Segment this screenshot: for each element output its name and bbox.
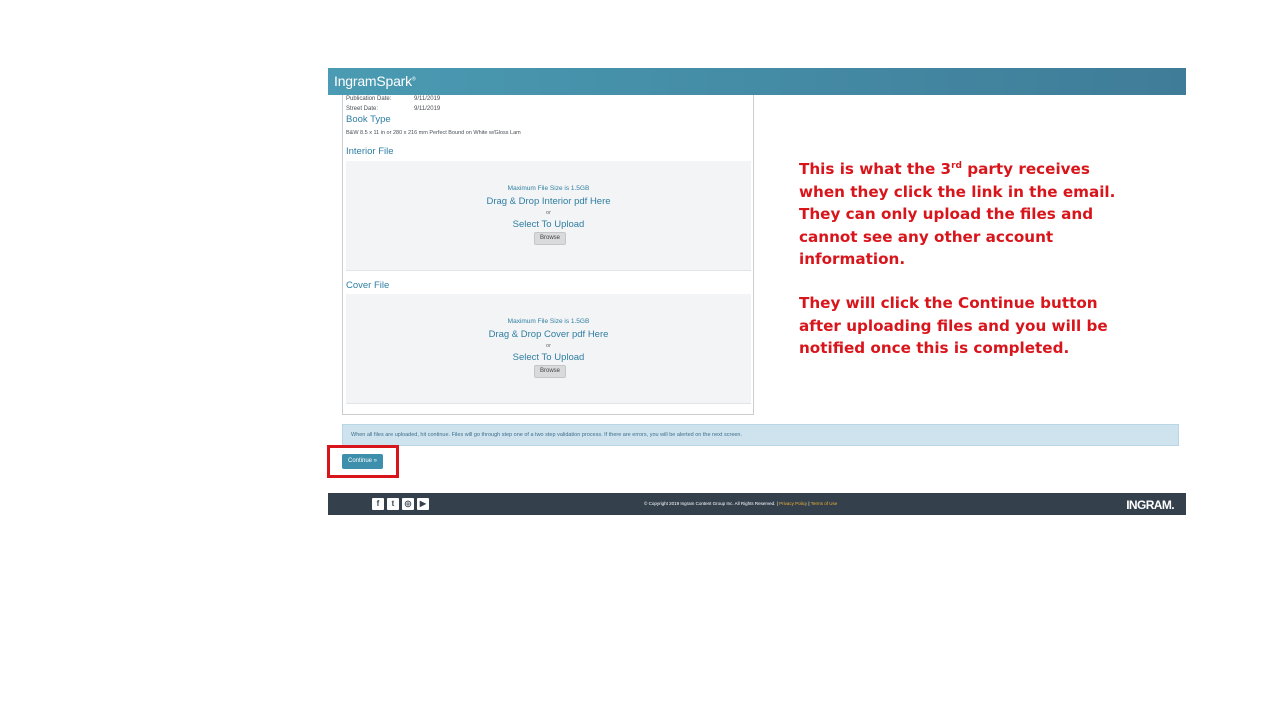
ingram-logo[interactable]: INGRAM.: [1126, 498, 1174, 512]
ingramspark-logo[interactable]: IngramSpark®: [334, 73, 416, 89]
street-date-row: Street Date: 9/11/2019: [346, 106, 440, 112]
twitter-icon[interactable]: t: [387, 498, 399, 510]
street-date-value: 9/11/2019: [414, 106, 441, 112]
annotation-paragraph-2: They will click the Continue button afte…: [799, 293, 1108, 358]
privacy-policy-link[interactable]: Privacy Policy: [779, 501, 807, 506]
footer: f t ◎ ▶ © Copyright 2019 Ingram Content …: [328, 493, 1186, 515]
slide: IngramSpark® Publication Date: 9/11/2019…: [0, 0, 1280, 720]
publication-date-value: 9/11/2019: [414, 96, 441, 102]
youtube-icon[interactable]: ▶: [417, 498, 429, 510]
terms-of-use-link[interactable]: Terms of Use: [811, 501, 838, 506]
notice-text: When all files are uploaded, hit continu…: [351, 432, 743, 438]
annotation-callout: This is what the 3rd party receives when…: [799, 158, 1129, 360]
cover-drag-text: Drag & Drop Cover pdf Here: [488, 329, 609, 340]
cover-max-size: Maximum File Size is 1.5GB: [507, 318, 590, 325]
cover-browse-button[interactable]: Browse: [534, 365, 566, 378]
copyright-text: © Copyright 2019 Ingram Content Group In…: [644, 501, 778, 506]
cover-or: or: [546, 343, 551, 349]
publication-date-row: Publication Date: 9/11/2019: [346, 96, 440, 102]
interior-or: or: [546, 210, 551, 216]
annotation-paragraph-1: This is what the 3rd party receives when…: [799, 160, 1116, 269]
interior-browse-button[interactable]: Browse: [534, 232, 566, 245]
upload-panel: Publication Date: 9/11/2019 Street Date:…: [342, 95, 754, 415]
interior-dropzone[interactable]: Maximum File Size is 1.5GB Drag & Drop I…: [346, 161, 751, 271]
info-notice: When all files are uploaded, hit continu…: [342, 424, 1179, 446]
cover-select-link[interactable]: Select To Upload: [346, 352, 751, 363]
book-type-value: B&W 8.5 x 11 in or 280 x 216 mm Perfect …: [346, 130, 521, 136]
interior-drag-text: Drag & Drop Interior pdf Here: [486, 196, 611, 207]
facebook-icon[interactable]: f: [372, 498, 384, 510]
book-type-heading: Book Type: [346, 114, 391, 125]
publication-date-label: Publication Date:: [346, 96, 392, 102]
app-header: IngramSpark®: [328, 68, 1186, 95]
cover-file-heading: Cover File: [346, 280, 390, 291]
social-links: f t ◎ ▶: [372, 498, 429, 510]
interior-file-heading: Interior File: [346, 146, 394, 157]
interior-max-size: Maximum File Size is 1.5GB: [507, 185, 590, 192]
continue-highlight-box: [327, 445, 399, 478]
cover-dropzone[interactable]: Maximum File Size is 1.5GB Drag & Drop C…: [346, 294, 751, 404]
instagram-icon[interactable]: ◎: [402, 498, 414, 510]
copyright: © Copyright 2019 Ingram Content Group In…: [644, 501, 837, 506]
footer-separator: |: [808, 501, 810, 506]
interior-select-link[interactable]: Select To Upload: [346, 219, 751, 230]
street-date-label: Street Date:: [346, 106, 379, 112]
